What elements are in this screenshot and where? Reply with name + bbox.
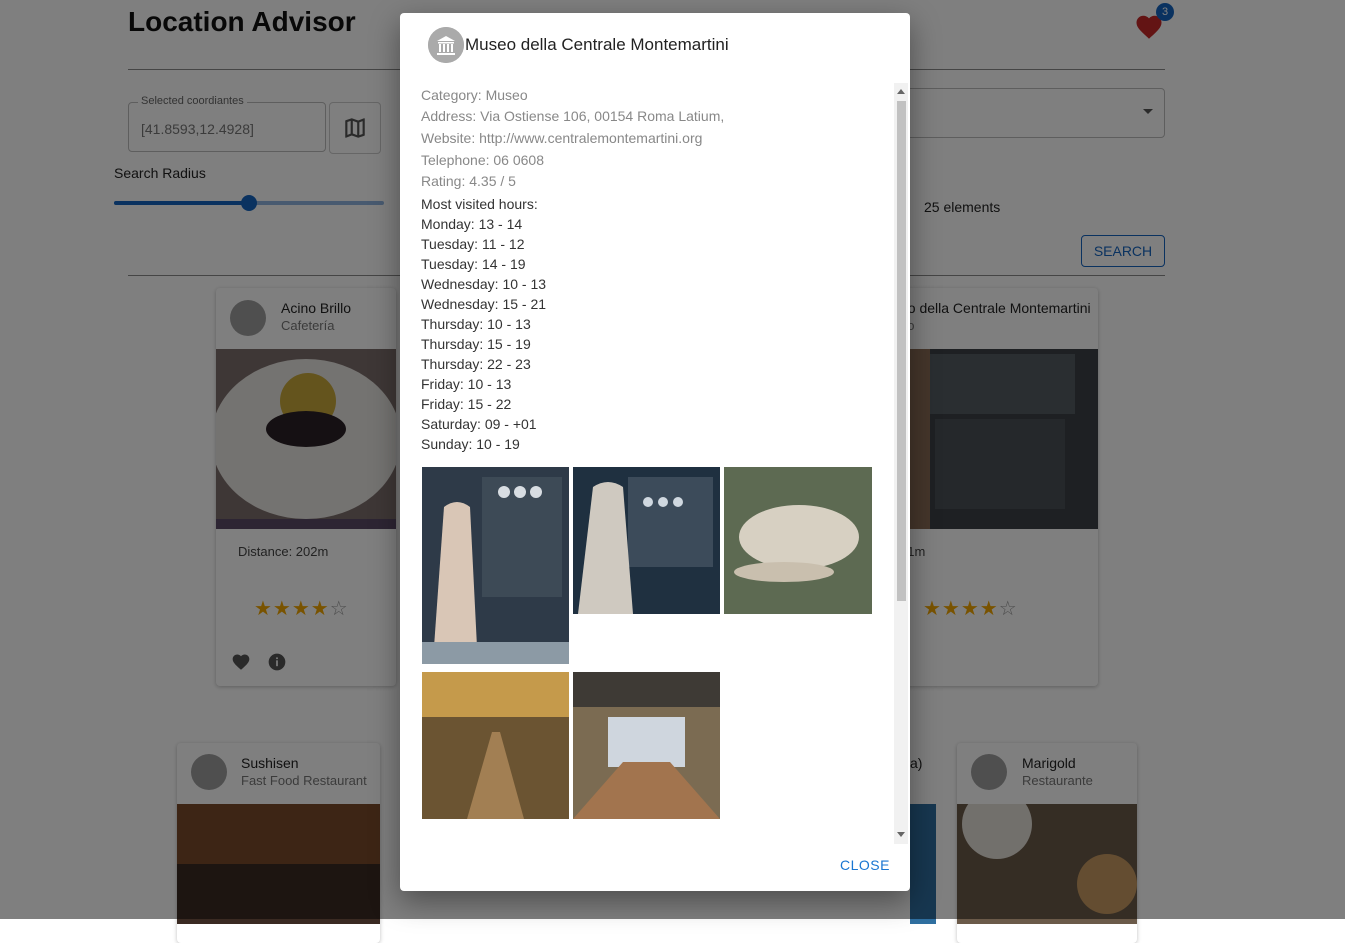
info-website: Website: http://www.centralemontemartini… <box>421 130 703 146</box>
info-address: Address: Via Ostiense 106, 00154 Roma La… <box>421 108 725 124</box>
museum-icon <box>428 27 464 63</box>
scroll-up-arrow-icon[interactable] <box>897 89 905 94</box>
info-category: Category: Museo <box>421 87 528 103</box>
hours-item: Wednesday: 15 - 21 <box>421 296 547 312</box>
museum-photo[interactable] <box>422 672 569 819</box>
hours-item: Monday: 13 - 14 <box>421 216 523 232</box>
museum-photo[interactable] <box>724 467 872 614</box>
hours-item: Sunday: 10 - 19 <box>421 436 520 452</box>
place-details-dialog: Museo della Centrale Montemartini Catego… <box>400 13 910 891</box>
hours-item: Tuesday: 14 - 19 <box>421 256 526 272</box>
dialog-scrollbar-thumb[interactable] <box>897 101 906 601</box>
hours-title: Most visited hours: <box>421 196 538 212</box>
info-rating: Rating: 4.35 / 5 <box>421 173 516 189</box>
dialog-content[interactable]: Category: Museo Address: Via Ostiense 10… <box>400 83 910 848</box>
museum-photo[interactable] <box>573 672 720 819</box>
scroll-down-arrow-icon[interactable] <box>897 832 905 837</box>
hours-item: Tuesday: 11 - 12 <box>421 236 525 252</box>
hours-item: Saturday: 09 - +01 <box>421 416 537 432</box>
museum-photo[interactable] <box>573 467 720 614</box>
museum-photo[interactable] <box>422 467 569 664</box>
info-telephone: Telephone: 06 0608 <box>421 152 544 168</box>
hours-item: Thursday: 15 - 19 <box>421 336 531 352</box>
dialog-title: Museo della Centrale Montemartini <box>465 35 729 54</box>
close-button[interactable]: CLOSE <box>840 857 890 873</box>
hours-item: Thursday: 10 - 13 <box>421 316 531 332</box>
museum-avatar <box>428 27 464 63</box>
hours-item: Friday: 10 - 13 <box>421 376 512 392</box>
page: Location Advisor 3 Selected coordiantes … <box>0 0 1345 943</box>
hours-item: Wednesday: 10 - 13 <box>421 276 547 292</box>
hours-item: Thursday: 22 - 23 <box>421 356 531 372</box>
hours-item: Friday: 15 - 22 <box>421 396 512 412</box>
